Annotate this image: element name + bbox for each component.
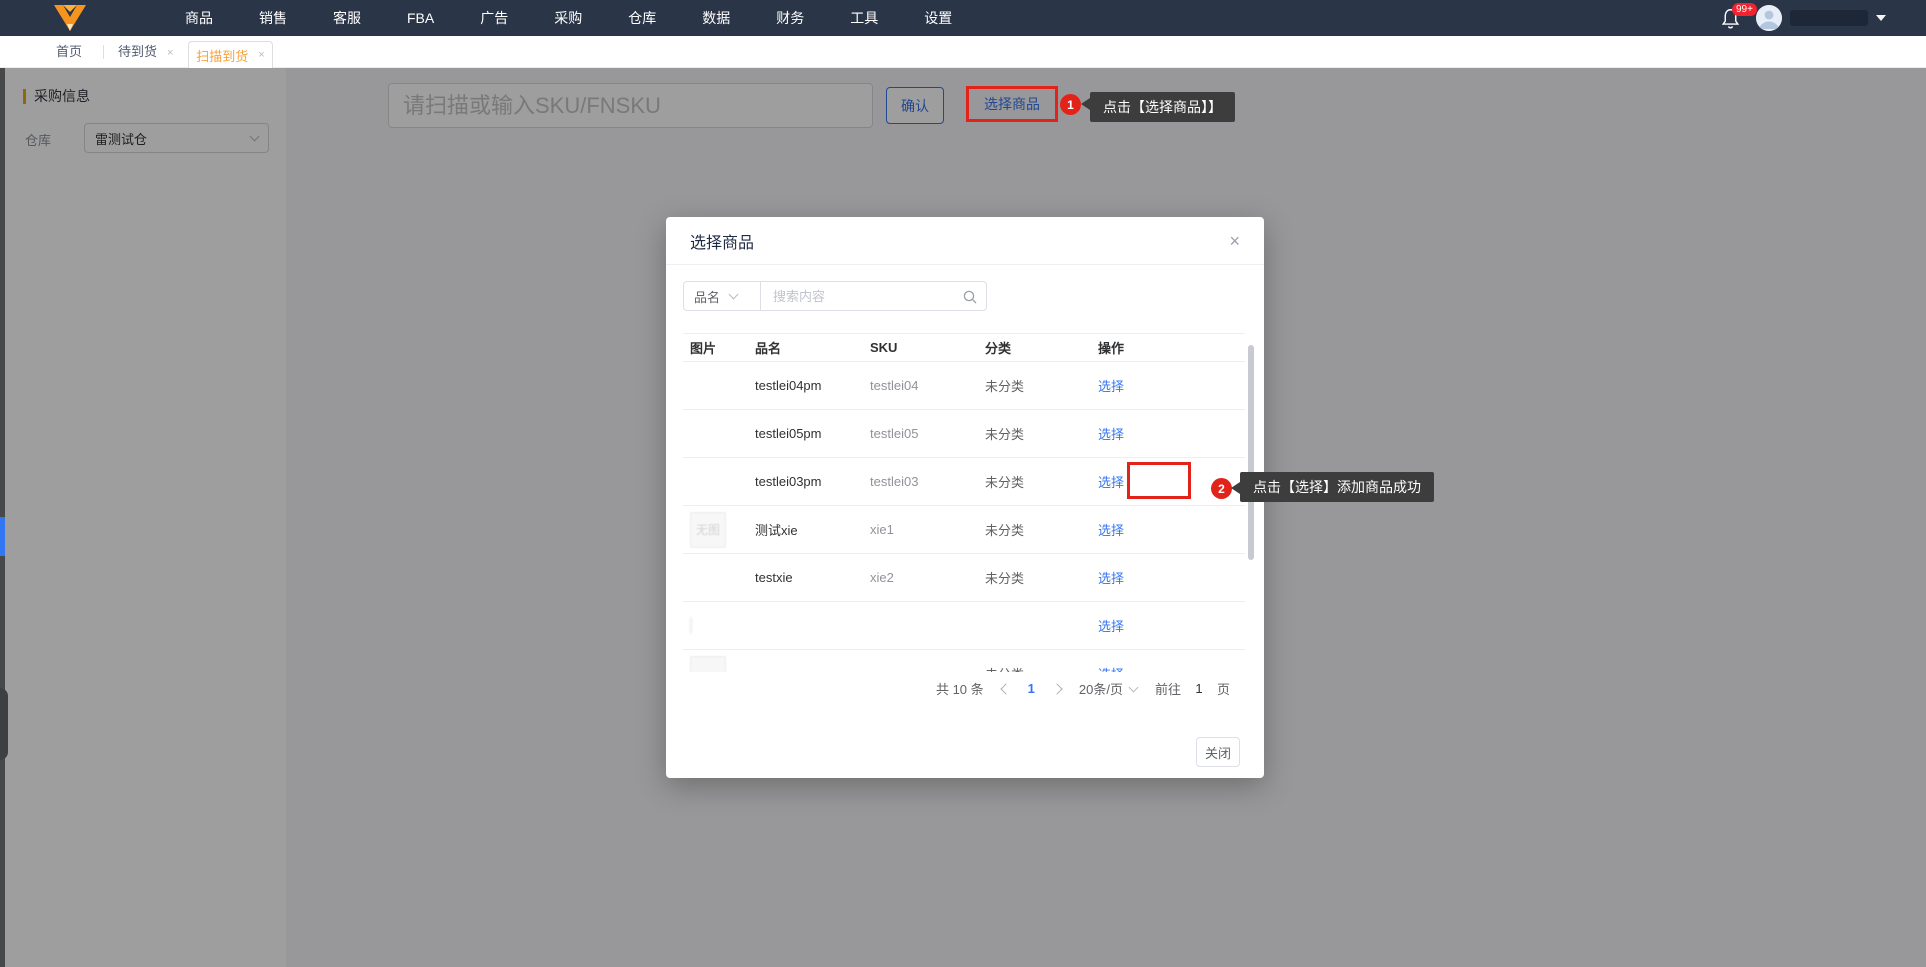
table-row: testlei04pm testlei04 未分类 选择: [683, 362, 1245, 410]
modal-title: 选择商品: [690, 234, 755, 252]
tab-close-icon[interactable]: ×: [167, 47, 173, 59]
step1-highlight-box: [966, 86, 1058, 122]
tab-scan-arrival-active[interactable]: 扫描到货 ×: [188, 41, 273, 68]
top-nav: 商品 销售 客服 FBA 广告 采购 仓库 数据 财务 工具 设置 99+: [0, 0, 1926, 36]
prev-page-icon[interactable]: [999, 682, 1012, 695]
rail-scrollbar-thumb[interactable]: [0, 517, 5, 556]
step2-marker: 2: [1211, 478, 1232, 499]
pagination-total: 共 10 条: [935, 682, 984, 697]
no-image-thumbnail: 无图: [690, 511, 726, 548]
step2-tooltip-arrow-icon: [1231, 482, 1240, 494]
select-row-link[interactable]: 选择: [1098, 427, 1124, 442]
tab-divider: [103, 45, 104, 59]
nav-item-fba[interactable]: FBA: [407, 10, 434, 26]
table-scrollbar: [1248, 345, 1254, 672]
nav-item-sales[interactable]: 销售: [259, 8, 287, 28]
search-field-select[interactable]: 品名: [684, 282, 761, 310]
product-search-group: 品名: [683, 281, 987, 311]
step2-tooltip: 点击【选择】添加商品成功: [1240, 472, 1434, 502]
table-row: testlei05pm testlei05 未分类 选择: [683, 410, 1245, 458]
pagination: 共 10 条 1 20条/页 前往 1 页: [666, 679, 1264, 698]
nav-item-warehouse[interactable]: 仓库: [628, 8, 656, 28]
product-thumbnail: [690, 655, 726, 672]
nav-menu: 商品 销售 客服 FBA 广告 采购 仓库 数据 财务 工具 设置: [185, 0, 952, 36]
select-row-link[interactable]: 选择: [1098, 571, 1124, 586]
nav-item-service[interactable]: 客服: [333, 8, 361, 28]
step1-marker: 1: [1060, 94, 1081, 115]
left-rail: [0, 68, 5, 967]
chevron-down-icon: [728, 289, 739, 300]
nav-item-tools[interactable]: 工具: [850, 8, 878, 28]
notification-count-badge: 99+: [1732, 3, 1757, 16]
nav-item-settings[interactable]: 设置: [924, 8, 952, 28]
page-content: 采购信息 仓库 雷测试仓 确认 选择商品 选择商品 × 品名: [0, 68, 1926, 967]
modal-footer: 关闭: [1196, 737, 1240, 767]
table-row-clipped: 未分类 选择: [683, 650, 1245, 672]
tab-close-icon[interactable]: ×: [258, 49, 264, 61]
nav-item-purchase[interactable]: 采购: [554, 8, 582, 28]
select-row-link[interactable]: 选择: [1098, 475, 1124, 490]
search-icon[interactable]: [962, 289, 978, 310]
table-row: 无图 测试xie xie1 未分类 选择: [683, 506, 1245, 554]
col-header-sku: SKU: [870, 340, 898, 355]
close-icon[interactable]: ×: [1229, 232, 1240, 250]
chevron-down-icon: [1128, 682, 1139, 692]
col-header-action: 操作: [1098, 341, 1125, 356]
nav-item-finance[interactable]: 财务: [776, 8, 804, 28]
goto-unit: 页: [1216, 682, 1230, 697]
user-avatar[interactable]: [1756, 5, 1782, 31]
select-row-link[interactable]: 选择: [1098, 379, 1124, 394]
close-modal-button[interactable]: 关闭: [1196, 737, 1240, 767]
goto-page-input[interactable]: 1: [1189, 681, 1209, 696]
select-row-link[interactable]: 选择: [1098, 667, 1124, 672]
nav-item-ads[interactable]: 广告: [480, 8, 508, 28]
step1-tooltip-arrow-icon: [1081, 98, 1090, 110]
table-row: testxie xie2 未分类 选择: [683, 554, 1245, 602]
page-tab-bar: 首页 待到货 × 扫描到货 ×: [0, 36, 1926, 68]
next-page-icon[interactable]: [1051, 682, 1063, 695]
fox-logo-icon: [47, 3, 93, 33]
search-input[interactable]: [761, 282, 986, 310]
step2-highlight-box: [1127, 462, 1191, 499]
tab-home[interactable]: 首页: [56, 36, 82, 68]
table-scrollbar-thumb[interactable]: [1248, 345, 1254, 560]
nav-item-products[interactable]: 商品: [185, 8, 213, 28]
page-size-select[interactable]: 20条/页: [1079, 679, 1139, 698]
product-table: 图片 品名 SKU 分类 操作 testlei04pm testlei04 未分…: [683, 333, 1254, 672]
rail-collapse-handle[interactable]: [0, 688, 8, 760]
table-row-redacted: 选择: [683, 602, 1245, 650]
product-thumbnail: [690, 617, 692, 634]
page-number-current[interactable]: 1: [1028, 681, 1035, 696]
nav-item-data[interactable]: 数据: [702, 8, 730, 28]
user-menu-caret-icon: [1876, 15, 1886, 21]
step1-tooltip: 点击【选择商品】】: [1090, 92, 1235, 122]
page-jumper: 前往 1 页: [1155, 679, 1230, 698]
select-row-link[interactable]: 选择: [1098, 619, 1124, 634]
table-header-row: 图片 品名 SKU 分类 操作: [683, 333, 1245, 362]
modal-header: 选择商品 ×: [666, 217, 1264, 265]
username-redacted[interactable]: [1790, 10, 1868, 26]
col-header-category: 分类: [985, 341, 1012, 356]
goto-label: 前往: [1154, 682, 1181, 697]
col-header-image: 图片: [690, 341, 717, 356]
tab-pending-arrival[interactable]: 待到货 ×: [118, 36, 173, 68]
col-header-name: 品名: [755, 341, 782, 356]
select-row-link[interactable]: 选择: [1098, 523, 1124, 538]
